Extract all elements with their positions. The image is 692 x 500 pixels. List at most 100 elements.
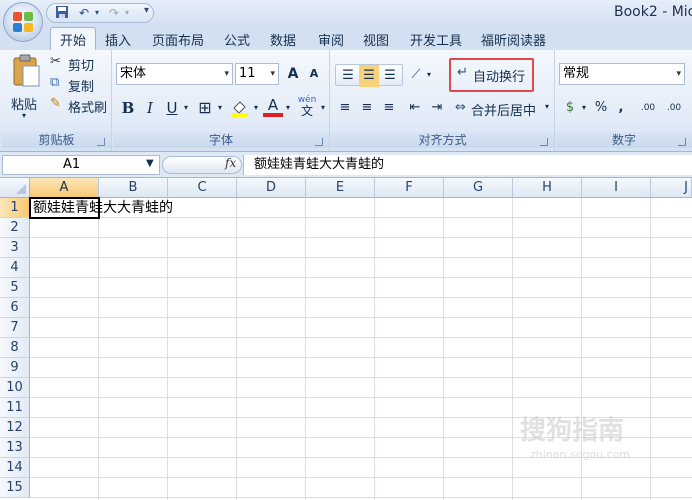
phonetic-dropdown-icon[interactable]: ▾ bbox=[318, 97, 328, 119]
increase-indent-icon[interactable]: ⇥ bbox=[427, 97, 447, 119]
align-top-icon[interactable]: ☰ bbox=[338, 65, 358, 87]
orientation-dropdown-icon[interactable]: ▾ bbox=[425, 64, 433, 86]
tab-developer[interactable]: 开发工具 bbox=[410, 30, 462, 49]
phonetic-guide-button[interactable]: wén 文 bbox=[296, 95, 318, 117]
tab-foxit-reader[interactable]: 福昕阅读器 bbox=[481, 30, 546, 49]
tab-insert[interactable]: 插入 bbox=[105, 30, 131, 49]
format-painter-button[interactable]: ✎ 格式刷 bbox=[50, 96, 110, 116]
undo-dropdown-icon[interactable]: ▾ bbox=[93, 5, 101, 21]
fill-color-dropdown-icon[interactable]: ▾ bbox=[251, 97, 261, 119]
column-header-c[interactable]: C bbox=[168, 178, 237, 198]
customize-qat-icon[interactable]: ▾ bbox=[144, 5, 149, 16]
number-group-label: 数字 bbox=[556, 132, 692, 148]
save-icon[interactable] bbox=[55, 5, 69, 21]
alignment-launcher-icon[interactable] bbox=[540, 138, 548, 146]
align-bottom-icon[interactable]: ☰ bbox=[380, 65, 400, 87]
merge-center-button[interactable]: ⇔ 合并后居中 ▾ bbox=[453, 97, 553, 119]
clipboard-launcher-icon[interactable] bbox=[97, 138, 105, 146]
orientation-icon[interactable]: ⟋ bbox=[405, 64, 427, 86]
name-box[interactable]: A1 bbox=[2, 155, 160, 175]
grow-font-button[interactable]: A bbox=[283, 63, 303, 85]
paste-button[interactable]: 粘贴 ▾ bbox=[8, 54, 44, 122]
row-header-9[interactable]: 9 bbox=[0, 358, 30, 378]
increase-decimal-button[interactable]: .00 bbox=[636, 97, 660, 119]
bold-button[interactable]: B bbox=[119, 97, 137, 119]
column-header-d[interactable]: D bbox=[237, 178, 306, 198]
column-header-a[interactable]: A bbox=[30, 178, 99, 198]
tab-data[interactable]: 数据 bbox=[270, 30, 296, 49]
active-cell-a1[interactable] bbox=[29, 197, 100, 219]
font-group-label: 字体 bbox=[113, 132, 329, 148]
redo-dropdown-icon[interactable]: ▾ bbox=[123, 5, 131, 21]
font-name-dropdown-icon[interactable]: ▾ bbox=[224, 64, 229, 84]
align-right-icon[interactable]: ≡ bbox=[379, 97, 399, 119]
shrink-font-button[interactable]: A bbox=[304, 63, 324, 85]
row-header-4[interactable]: 4 bbox=[0, 258, 30, 278]
column-header-e[interactable]: E bbox=[306, 178, 375, 198]
title-bar: ↶ ▾ ↷ ▾ ▾ Book2 - Mic bbox=[0, 0, 692, 26]
tab-review[interactable]: 审阅 bbox=[318, 30, 344, 49]
row-header-1[interactable]: 1 bbox=[0, 198, 30, 218]
italic-button[interactable]: I bbox=[141, 97, 159, 119]
column-header-f[interactable]: F bbox=[375, 178, 444, 198]
row-header-10[interactable]: 10 bbox=[0, 378, 30, 398]
wrap-text-highlight bbox=[449, 58, 534, 92]
row-header-8[interactable]: 8 bbox=[0, 338, 30, 358]
font-color-dropdown-icon[interactable]: ▾ bbox=[283, 97, 293, 119]
cut-button[interactable]: ✂ 剪切 bbox=[50, 54, 108, 74]
column-header-h[interactable]: H bbox=[513, 178, 582, 198]
decrease-indent-icon[interactable]: ⇤ bbox=[405, 97, 425, 119]
column-header-g[interactable]: G bbox=[444, 178, 513, 198]
number-format-dropdown-icon[interactable]: ▾ bbox=[676, 64, 681, 84]
row-header-13[interactable]: 13 bbox=[0, 438, 30, 458]
number-format-combo[interactable]: 常规 ▾ bbox=[559, 63, 685, 85]
percent-button[interactable]: % bbox=[592, 97, 610, 119]
tab-view[interactable]: 视图 bbox=[363, 30, 389, 49]
formula-input[interactable]: 额娃娃青蛙大大青蛙的 bbox=[243, 155, 692, 175]
font-name-value: 宋体 bbox=[120, 66, 147, 81]
cut-label: 剪切 bbox=[68, 59, 95, 74]
row-header-5[interactable]: 5 bbox=[0, 278, 30, 298]
row-header-6[interactable]: 6 bbox=[0, 298, 30, 318]
accounting-dropdown-icon[interactable]: ▾ bbox=[580, 97, 588, 119]
borders-dropdown-icon[interactable]: ▾ bbox=[215, 97, 225, 119]
tab-formulas[interactable]: 公式 bbox=[224, 30, 250, 49]
row-header-15[interactable]: 15 bbox=[0, 478, 30, 498]
formula-content: 额娃娃青蛙大大青蛙的 bbox=[254, 157, 385, 172]
row-header-14[interactable]: 14 bbox=[0, 458, 30, 478]
accounting-format-icon[interactable]: $ bbox=[559, 97, 581, 119]
office-button[interactable] bbox=[3, 2, 43, 42]
fill-color-icon[interactable] bbox=[229, 97, 251, 119]
formula-bar: A1 ▼ fx 额娃娃青蛙大大青蛙的 bbox=[0, 152, 692, 178]
row-header-2[interactable]: 2 bbox=[0, 218, 30, 238]
undo-icon[interactable]: ↶ bbox=[75, 5, 93, 21]
column-header-i[interactable]: I bbox=[582, 178, 651, 198]
number-launcher-icon[interactable] bbox=[678, 138, 686, 146]
align-middle-icon[interactable]: ☰ bbox=[359, 65, 379, 87]
column-header-b[interactable]: B bbox=[99, 178, 168, 198]
font-launcher-icon[interactable] bbox=[315, 138, 323, 146]
row-header-7[interactable]: 7 bbox=[0, 318, 30, 338]
copy-button[interactable]: ⧉ 复制 bbox=[50, 75, 108, 95]
row-header-3[interactable]: 3 bbox=[0, 238, 30, 258]
font-color-button[interactable]: A bbox=[263, 95, 283, 117]
align-center-icon[interactable]: ≡ bbox=[357, 97, 377, 119]
borders-icon[interactable]: ⊞ bbox=[195, 97, 215, 119]
font-size-dropdown-icon[interactable]: ▾ bbox=[270, 64, 275, 84]
select-all-button[interactable] bbox=[0, 178, 30, 198]
redo-icon[interactable]: ↷ bbox=[105, 5, 123, 21]
decrease-decimal-button[interactable]: .00 bbox=[662, 97, 686, 119]
column-header-j[interactable]: J bbox=[651, 178, 692, 198]
row-header-12[interactable]: 12 bbox=[0, 418, 30, 438]
font-size-combo[interactable]: 11 ▾ bbox=[235, 63, 279, 85]
insert-function-icon[interactable]: fx bbox=[225, 156, 236, 170]
font-name-combo[interactable]: 宋体 ▾ bbox=[116, 63, 233, 85]
align-left-icon[interactable]: ≡ bbox=[335, 97, 355, 119]
underline-dropdown-icon[interactable]: ▾ bbox=[181, 97, 191, 119]
comma-button[interactable]: , bbox=[614, 97, 628, 119]
underline-button[interactable]: U bbox=[163, 97, 181, 119]
number-group: 常规 ▾ $ ▾ % , .00 .00 数字 bbox=[556, 50, 692, 151]
row-header-11[interactable]: 11 bbox=[0, 398, 30, 418]
name-box-dropdown-icon[interactable]: ▼ bbox=[146, 158, 154, 169]
tab-page-layout[interactable]: 页面布局 bbox=[152, 30, 204, 49]
